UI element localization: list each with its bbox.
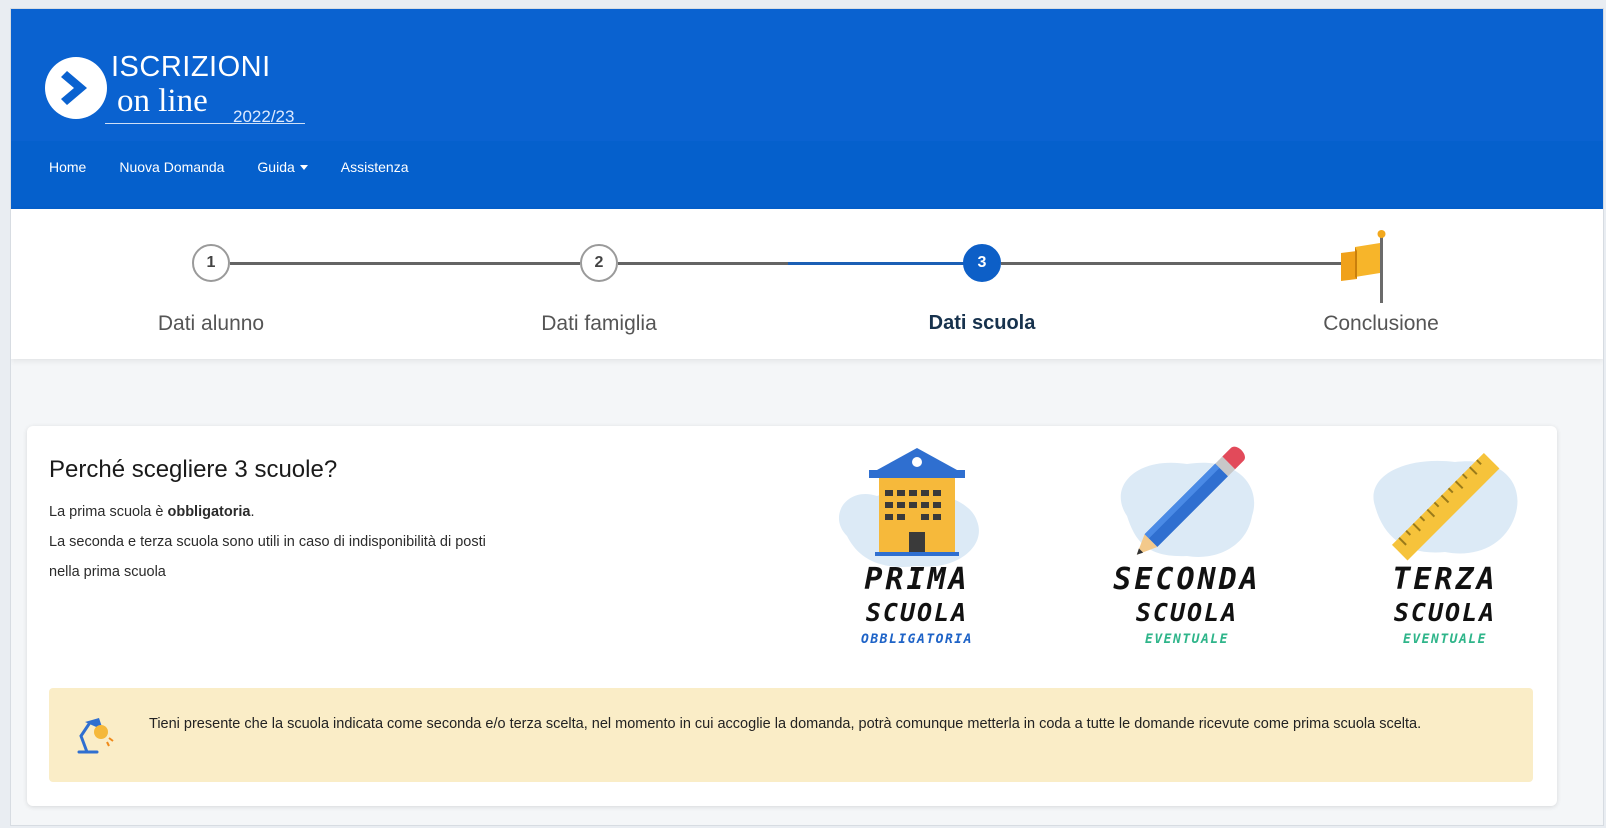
ruler-icon <box>1373 452 1518 561</box>
step-1-circle[interactable]: 1 <box>192 244 230 282</box>
nav-band <box>11 141 1603 209</box>
illustration-3-title: TERZA <box>1392 562 1498 597</box>
nav-guida-label: Guida <box>257 159 295 175</box>
school-building-icon <box>838 448 979 567</box>
step-2-circle[interactable]: 2 <box>580 244 618 282</box>
logo-arrow-icon <box>45 57 107 119</box>
step-2-label: Dati famiglia <box>541 312 657 335</box>
step-1-label: Dati alunno <box>157 312 265 335</box>
card-line-1-bold: obbligatoria <box>167 504 251 520</box>
nav-home[interactable]: Home <box>49 159 86 175</box>
illustration-3-caption: EVENTUALE <box>1403 632 1487 647</box>
illustration-seconda-scuola: SECONDA SCUOLA EVENTUALE <box>1087 446 1287 676</box>
card-line-3: nella prima scuola <box>49 564 166 580</box>
nav-guida[interactable]: Guida <box>257 159 308 175</box>
info-card: Perché scegliere 3 scuole? La prima scuo… <box>27 426 1557 806</box>
logo-title: ISCRIZIONI <box>111 51 271 83</box>
illustration-terza-scuola: TERZA SCUOLA EVENTUALE <box>1345 446 1545 676</box>
logo-subtitle: on line <box>117 83 208 119</box>
step-connector-2b <box>788 262 966 265</box>
card-title: Perché scegliere 3 scuole? <box>49 456 338 483</box>
step-3-label: Dati scuola <box>928 312 1036 334</box>
card-line-1-end: . <box>250 504 255 520</box>
logo[interactable]: ISCRIZIONI on line 2022/23 <box>45 51 365 131</box>
notice-box: Tieni presente che la scuola indicata co… <box>49 688 1533 782</box>
illustration-1-subtitle: SCUOLA <box>865 598 969 627</box>
notice-text: Tieni presente che la scuola indicata co… <box>149 716 1422 732</box>
nav-nuova-domanda[interactable]: Nuova Domanda <box>119 159 224 175</box>
card-line-1-text: La prima scuola è <box>49 504 168 520</box>
nav-nuova-domanda-label: Nuova Domanda <box>119 159 225 175</box>
pencil-icon <box>1120 446 1255 557</box>
illustration-1-caption: OBBLIGATORIA <box>861 632 973 647</box>
step-connector-2a <box>618 262 788 265</box>
finish-flag-icon <box>1341 230 1386 303</box>
nav-home-label: Home <box>49 159 87 175</box>
card-line-2: La seconda e terza scuola sono utili in … <box>49 534 486 550</box>
step-4-label: Conclusione <box>1323 312 1439 335</box>
illustration-prima-scuola: PRIMA SCUOLA OBBLIGATORIA <box>817 446 1017 676</box>
nav-assistenza[interactable]: Assistenza <box>341 159 409 175</box>
step-connector-1 <box>230 262 580 265</box>
illustration-2-title: SECONDA <box>1113 562 1261 597</box>
step-3-circle[interactable]: 3 <box>963 244 1001 282</box>
nav-assistenza-label: Assistenza <box>340 159 409 175</box>
main-nav: Home Nuova Domanda Guida Assistenza <box>49 159 441 175</box>
caret-down-icon <box>299 164 308 170</box>
illustration-3-subtitle: SCUOLA <box>1393 598 1497 627</box>
logo-year: 2022/23 <box>233 107 295 126</box>
illustration-2-subtitle: SCUOLA <box>1135 598 1239 627</box>
illustration-1-title: PRIMA <box>864 562 970 597</box>
step-connector-3 <box>1001 262 1341 265</box>
site-header: ISCRIZIONI on line 2022/23 Home Nuova Do… <box>11 9 1603 209</box>
desk-lamp-icon <box>77 718 114 754</box>
card-line-1: La prima scuola è obbligatoria. <box>49 504 255 520</box>
app-frame: ISCRIZIONI on line 2022/23 Home Nuova Do… <box>10 8 1604 826</box>
progress-stepper: 1 2 3 Dati alunno Dati famiglia Dati scu… <box>11 209 1603 359</box>
illustration-2-caption: EVENTUALE <box>1145 632 1229 647</box>
